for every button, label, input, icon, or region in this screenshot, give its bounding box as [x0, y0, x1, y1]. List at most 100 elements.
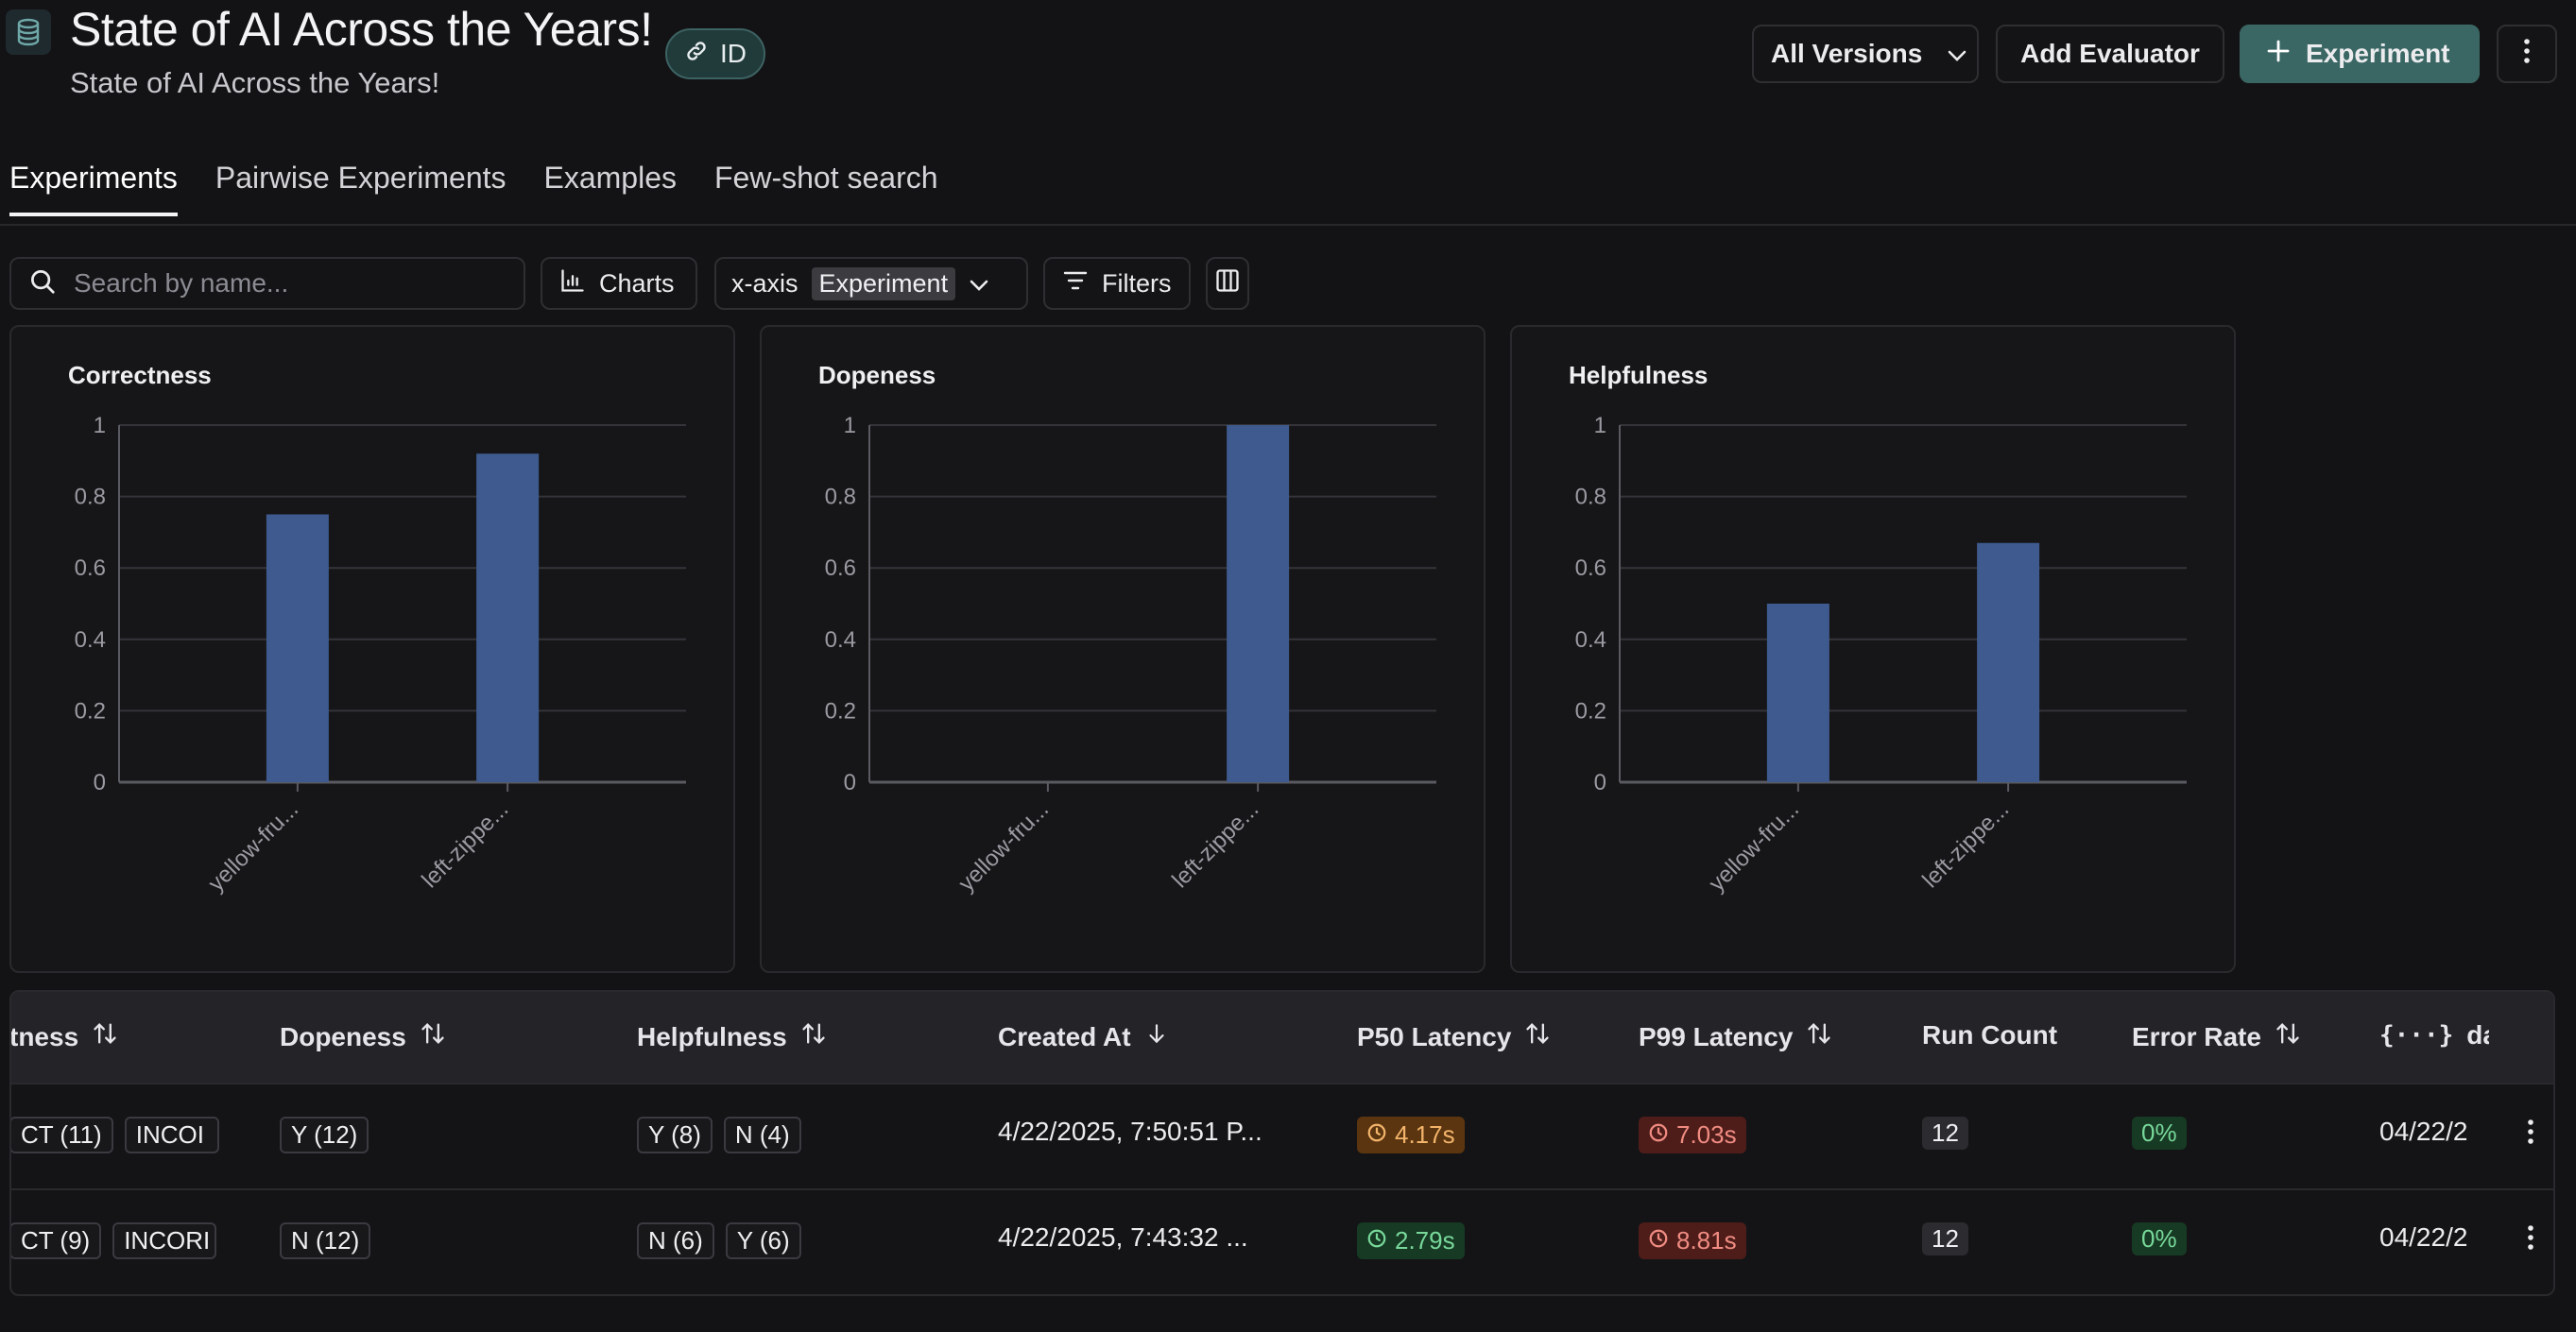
- x-axis-selector[interactable]: x-axis Experiment: [714, 257, 1028, 310]
- search-icon: [28, 267, 57, 300]
- column-header-error-rate[interactable]: Error Rate: [2132, 1020, 2301, 1053]
- latency-value: 7.03s: [1676, 1120, 1737, 1149]
- error-rate-cell: 0%: [2132, 1222, 2187, 1255]
- column-header-data[interactable]: {···} data: [2379, 1020, 2489, 1050]
- column-header-p99-latency[interactable]: P99 Latency: [1639, 1020, 1832, 1053]
- header-label: Helpfulness: [637, 1021, 787, 1051]
- chevron-down-icon: [969, 269, 989, 299]
- tab-examples[interactable]: Examples: [544, 161, 678, 216]
- tab-experiments[interactable]: Experiments: [9, 161, 178, 216]
- table-row[interactable]: CT (9) INCORI N (12) N (6) Y (6) 4/22/2025…: [11, 1188, 2553, 1294]
- columns-button[interactable]: [1206, 257, 1249, 310]
- feedback-tag: INCOI: [124, 1117, 219, 1153]
- x-tick-label: left-zippe...: [417, 796, 513, 893]
- column-header-p50-latency[interactable]: P50 Latency: [1357, 1020, 1551, 1053]
- column-header-created-at[interactable]: Created At: [998, 1020, 1169, 1053]
- x-axis-label: x-axis: [731, 268, 799, 298]
- arrow-down-icon[interactable]: [1144, 1020, 1169, 1053]
- sort-icon[interactable]: [2275, 1020, 2301, 1053]
- x-tick-label: yellow-fru...: [953, 796, 1054, 897]
- bar: [1977, 542, 2040, 782]
- p99-latency-cell: 8.81s: [1639, 1222, 1746, 1259]
- data-cell: 04/22/2: [2379, 1117, 2468, 1146]
- feedback-tag: INCORI: [112, 1222, 217, 1259]
- versions-dropdown[interactable]: All Versions: [1752, 25, 1979, 83]
- dopeness-cell: N (12): [280, 1222, 371, 1259]
- clock-icon: [1648, 1120, 1669, 1150]
- feedback-tag: CT (11): [11, 1117, 113, 1153]
- tab-few-shot-search[interactable]: Few-shot search: [714, 161, 938, 216]
- search-input[interactable]: [72, 267, 510, 299]
- add-evaluator-button[interactable]: Add Evaluator: [1996, 25, 2224, 83]
- clock-icon: [1366, 1120, 1387, 1150]
- header-label: data: [2466, 1020, 2489, 1050]
- feedback-tag: Y (12): [280, 1117, 369, 1153]
- run-count-badge: 12: [1922, 1222, 1968, 1255]
- dopeness-cell: Y (12): [280, 1117, 369, 1153]
- x-tick-label: yellow-fru...: [1704, 796, 1804, 897]
- header-label: tness: [9, 1021, 79, 1051]
- error-rate-badge: 0%: [2132, 1117, 2187, 1150]
- p50-latency-cell: 2.79s: [1357, 1222, 1465, 1259]
- column-header-dopeness[interactable]: Dopeness: [280, 1020, 446, 1053]
- tab-bar: Experiments Pairwise Experiments Example…: [9, 161, 938, 216]
- link-icon: [684, 39, 709, 70]
- bar: [266, 514, 329, 782]
- row-menu-button[interactable]: [2527, 1224, 2534, 1255]
- y-tick-label: 0: [844, 770, 856, 795]
- y-tick-label: 0.2: [825, 698, 856, 724]
- sort-icon[interactable]: [420, 1020, 446, 1053]
- run-count-badge: 12: [1922, 1117, 1968, 1150]
- bar: [476, 453, 540, 782]
- filters-button[interactable]: Filters: [1043, 257, 1191, 310]
- correctness-chart: 0 0.2 0.4 0.6 0.8 1 yellow-fru... left-zippe...: [75, 413, 686, 897]
- row-menu-button[interactable]: [2527, 1119, 2534, 1150]
- sort-icon[interactable]: [1806, 1020, 1832, 1053]
- y-tick-label: 0: [1594, 770, 1606, 795]
- tab-pairwise-experiments[interactable]: Pairwise Experiments: [215, 161, 507, 216]
- header-label: Run Count: [1922, 1020, 2058, 1050]
- data-cell: 04/22/2: [2379, 1222, 2468, 1252]
- sort-icon[interactable]: [1524, 1020, 1551, 1053]
- helpfulness-cell: N (6) Y (6): [637, 1222, 801, 1259]
- y-tick-label: 0: [94, 770, 106, 795]
- y-tick-label: 0.2: [75, 698, 106, 724]
- latency-value: 8.81s: [1676, 1226, 1737, 1255]
- table-row[interactable]: CT (11) INCOI Y (12) Y (8) N (4) 4/22/2025…: [11, 1083, 2553, 1190]
- y-tick-label: 0.8: [825, 485, 856, 510]
- page-subtitle: State of AI Across the Years!: [70, 66, 440, 99]
- id-label: ID: [720, 39, 747, 68]
- chart-card-correctness: Correctness 0 0.2 0.4 0.6 0.8 1 yellow-fru... l…: [9, 325, 735, 973]
- dopeness-chart: 0 0.2 0.4 0.6 0.8 1 yellow-fru... left-zippe...: [825, 413, 1436, 897]
- copy-id-button[interactable]: ID: [665, 28, 765, 79]
- table-header: tness Dopeness Helpfulness Created At P5…: [11, 992, 2553, 1083]
- header-label: Dopeness: [280, 1021, 406, 1051]
- feedback-tag: Y (8): [637, 1117, 713, 1153]
- feedback-tag: CT (9): [11, 1222, 102, 1259]
- sort-icon[interactable]: [800, 1020, 827, 1053]
- versions-label: All Versions: [1771, 39, 1923, 68]
- x-tick-label: left-zippe...: [1167, 796, 1263, 893]
- more-options-button[interactable]: [2497, 25, 2557, 83]
- column-header-correctness[interactable]: tness: [9, 1020, 118, 1053]
- page-title: State of AI Across the Years!: [70, 3, 653, 56]
- y-tick-label: 0.4: [825, 627, 856, 653]
- y-tick-label: 0.6: [825, 555, 856, 581]
- y-tick-label: 1: [1594, 413, 1606, 438]
- filter-icon: [1062, 269, 1089, 299]
- helpfulness-chart: 0 0.2 0.4 0.6 0.8 1 yellow-fru... left-zippe...: [1575, 413, 2187, 897]
- y-tick-label: 1: [94, 413, 106, 438]
- y-tick-label: 0.6: [75, 555, 106, 581]
- braces-icon: {···}: [2379, 1021, 2454, 1050]
- sort-icon[interactable]: [92, 1020, 118, 1053]
- y-tick-label: 0.4: [1575, 627, 1606, 653]
- run-count-cell: 12: [1922, 1117, 1968, 1150]
- y-tick-label: 0.8: [75, 485, 106, 510]
- charts-label: Charts: [599, 268, 675, 298]
- new-experiment-button[interactable]: Experiment: [2240, 25, 2480, 83]
- error-rate-cell: 0%: [2132, 1117, 2187, 1150]
- column-header-run-count[interactable]: Run Count: [1922, 1020, 2057, 1050]
- x-tick-label: yellow-fru...: [203, 796, 303, 897]
- charts-button[interactable]: Charts: [541, 257, 697, 310]
- column-header-helpfulness[interactable]: Helpfulness: [637, 1020, 827, 1053]
